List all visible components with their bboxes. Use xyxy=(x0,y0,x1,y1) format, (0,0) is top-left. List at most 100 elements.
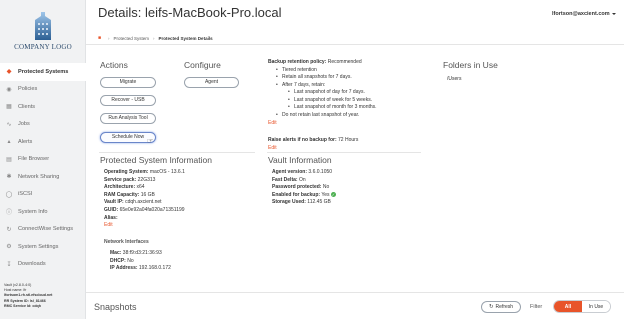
folder-path: /Users xyxy=(447,76,462,82)
configure-heading: Configure xyxy=(184,60,221,70)
sidebar-item-system-settings[interactable]: ⚙ System Settings xyxy=(0,238,86,256)
filter-in-use-button[interactable]: In Use xyxy=(582,301,610,312)
sidebar-item-label: Jobs xyxy=(18,121,30,128)
folders-in-use-heading: Folders in Use xyxy=(443,60,498,70)
field-service-pack: Service pack: 22G313 xyxy=(104,176,156,183)
folder-icon: ▤ xyxy=(6,156,12,163)
sidebar-item-policies[interactable]: ◉ Policies xyxy=(0,81,86,99)
refresh-icon: ↻ xyxy=(488,304,494,310)
protected-system-info-heading: Protected System Information xyxy=(100,155,212,165)
filter-all-button[interactable]: All xyxy=(554,301,582,312)
sidebar-item-label: ConnectWise Settings xyxy=(18,226,74,233)
migrate-button[interactable]: Migrate xyxy=(100,77,156,88)
field-guid: GUID: 65e0e92a04fa020a71351199 xyxy=(104,206,185,213)
download-icon: ↧ xyxy=(6,261,12,268)
sidebar-item-label: Protected Systems xyxy=(18,68,69,75)
agent-button[interactable]: Agent xyxy=(184,77,239,88)
field-agent-version: Agent version: 3.6.0.1050 xyxy=(272,169,333,175)
sidebar-item-clients[interactable]: ▦ Clients xyxy=(0,98,86,116)
sidebar-item-label: System Settings xyxy=(18,243,59,250)
sidebar-item-file-browser[interactable]: ▤ File Browser xyxy=(0,151,86,169)
sidebar-item-network-sharing[interactable]: ✱ Network Sharing xyxy=(0,168,86,186)
field-dhcp: DHCP: No xyxy=(110,257,134,264)
section-divider xyxy=(86,292,624,293)
sidebar-item-label: iSCSI xyxy=(18,191,33,198)
snapshot-filter-toggle: All In Use xyxy=(553,300,611,313)
refresh-button[interactable]: ↻ Refresh xyxy=(481,301,521,313)
retention-list: Tiered retention Retain all snapshots fo… xyxy=(268,67,377,120)
retention-policy: Backup retention policy: Recommended Tie… xyxy=(268,59,377,128)
section-divider xyxy=(267,152,421,153)
recover-usb-button[interactable]: Recover - USB xyxy=(100,95,156,106)
field-operating-system: Operating System: macOS - 13.6.1 xyxy=(104,169,185,175)
breadcrumb: ■ › Protected System › Protected System … xyxy=(98,35,213,41)
vault-info-heading: Vault Information xyxy=(268,155,332,165)
field-vault-ip: Vault IP: cdqh.axcient.net xyxy=(104,199,162,206)
sidebar-item-connectwise-settings[interactable]: ↻ ConnectWise Settings xyxy=(0,221,86,239)
sidebar-item-label: Policies xyxy=(18,86,38,93)
rmc-service-id: RMC Service Id: cdqh xyxy=(4,303,41,308)
info-icon: ⓘ xyxy=(5,210,12,217)
sidebar-item-downloads[interactable]: ↧ Downloads xyxy=(0,256,86,274)
user-menu[interactable]: lfortson@axcient.com xyxy=(552,11,616,17)
pointer-cursor-icon: ☞ xyxy=(147,138,154,145)
sidebar-item-jobs[interactable]: ∿ Jobs xyxy=(0,116,86,134)
retention-edit-link[interactable]: Edit xyxy=(268,120,377,128)
sidebar-item-label: File Browser xyxy=(18,156,50,163)
retention-item: Do not retain last snapshot of year. xyxy=(268,112,377,120)
building-logo-icon xyxy=(35,12,51,40)
field-mac: Mac: 38:f9:d3:21:36:93 xyxy=(110,250,162,256)
sidebar-nav: ◆ Protected Systems ◉ Policies ▦ Clients… xyxy=(0,63,86,273)
alias-edit-link[interactable]: Edit xyxy=(104,222,185,230)
policy-icon: ◉ xyxy=(6,86,12,93)
sidebar-item-system-info[interactable]: ⓘ System Info xyxy=(0,203,86,221)
gear-icon: ⚙ xyxy=(6,244,12,251)
iscsi-icon: ◯ xyxy=(5,191,13,198)
retention-item: Retain all snapshots for 7 days. xyxy=(268,74,377,82)
retention-subitem: Last snapshot of day for 7 days. xyxy=(268,89,377,97)
home-icon[interactable]: ■ xyxy=(98,35,101,41)
network-interfaces-heading: Network Interfaces xyxy=(104,239,149,245)
sidebar-item-protected-systems[interactable]: ◆ Protected Systems xyxy=(0,63,86,81)
sidebar-item-label: Alerts xyxy=(18,138,33,145)
breadcrumb-protected-system[interactable]: Protected System xyxy=(114,36,150,41)
retention-subitem: Last snapshot of week for 5 weeks. xyxy=(268,97,377,105)
field-ip-address: IP Address: 192.168.0.172 xyxy=(110,265,171,272)
sidebar-system-footer: Vault (v2.8.0-4:0) Host name: lfr lforts… xyxy=(4,283,86,309)
protected-system-fields: Operating System: macOS - 13.6.1 Service… xyxy=(104,169,185,230)
retention-item: After 7 days, retain: xyxy=(268,82,377,90)
sidebar-item-alerts[interactable]: ▴ Alerts xyxy=(0,133,86,151)
sidebar: COMPANY LOGO ◆ Protected Systems ◉ Polic… xyxy=(0,0,86,319)
page-title: Details: leifs-MacBook-Pro.local xyxy=(98,5,282,20)
sidebar-item-label: Network Sharing xyxy=(18,173,60,180)
retention-subitem: Last snapshot of month for 3 months. xyxy=(268,104,377,112)
logo-text: COMPANY LOGO xyxy=(14,43,72,51)
sidebar-item-label: Clients xyxy=(18,103,36,110)
alert-threshold-value: Raise alerts if no backup for: 72 Hours xyxy=(268,137,359,143)
actions-heading: Actions xyxy=(100,60,128,70)
alert-threshold: Raise alerts if no backup for: 72 Hours … xyxy=(268,137,358,152)
retention-policy-title: Backup retention policy: Recommended xyxy=(268,59,362,65)
breadcrumb-current: Protected System Details xyxy=(158,35,213,41)
section-divider xyxy=(99,152,255,153)
run-analysis-tool-button[interactable]: Run Analysis Tool xyxy=(100,113,156,124)
field-storage-used: Storage Used: 112.45 GB xyxy=(272,199,331,206)
check-icon: ✓ xyxy=(330,191,336,197)
breadcrumb-separator: › xyxy=(153,35,155,41)
network-icon: ✱ xyxy=(6,174,12,181)
field-fast-delta: Fast Delta: On xyxy=(272,176,306,183)
field-alias: Alias: xyxy=(104,214,118,221)
connectwise-icon: ↻ xyxy=(6,226,12,233)
field-ram-capacity: RAM Capacity: 16 GB xyxy=(104,191,155,198)
sidebar-item-iscsi[interactable]: ◯ iSCSI xyxy=(0,186,86,204)
filter-label: Filter xyxy=(530,304,543,310)
company-logo[interactable]: COMPANY LOGO xyxy=(12,8,74,58)
breadcrumb-separator: › xyxy=(108,35,110,41)
field-architecture: Architecture: x64 xyxy=(104,184,145,191)
snapshots-heading: Snapshots xyxy=(94,302,137,312)
field-password-protected: Password protected: No xyxy=(272,184,330,191)
bell-icon: ▴ xyxy=(7,139,11,146)
shield-icon: ◆ xyxy=(6,69,12,76)
retention-item: Tiered retention xyxy=(268,67,377,75)
vault-fields: Agent version: 3.6.0.1050 Fast Delta: On… xyxy=(272,169,336,207)
